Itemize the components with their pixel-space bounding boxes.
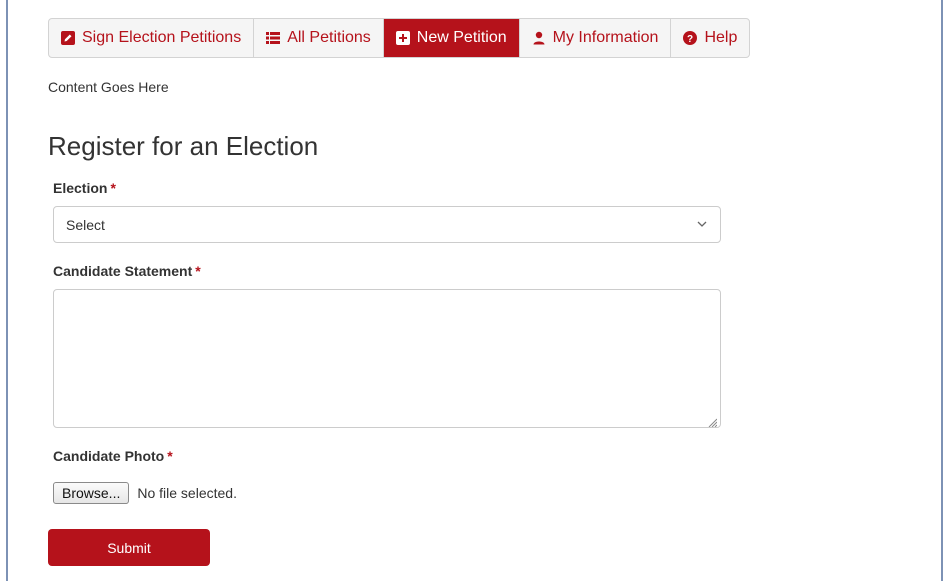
chevron-down-icon — [696, 217, 708, 233]
candidate-statement-label-text: Candidate Statement — [53, 263, 193, 279]
nav-sign-election-petitions[interactable]: Sign Election Petitions — [49, 19, 255, 57]
nav-all-petitions[interactable]: All Petitions — [254, 19, 384, 57]
question-circle-icon: ? — [683, 31, 698, 45]
nav-label: Help — [704, 29, 738, 46]
election-label: Election * — [53, 180, 116, 196]
pencil-square-icon — [61, 31, 75, 45]
candidate-photo-label: Candidate Photo * — [53, 448, 173, 464]
nav-help[interactable]: ? Help — [671, 19, 749, 57]
nav-my-information[interactable]: My Information — [520, 19, 672, 57]
candidate-photo-label-text: Candidate Photo — [53, 448, 165, 464]
svg-text:?: ? — [687, 34, 693, 45]
election-select-value: Select — [66, 216, 105, 233]
file-status-text: No file selected. — [137, 485, 237, 501]
resize-handle-icon[interactable] — [707, 414, 718, 428]
required-marker: * — [195, 263, 201, 279]
election-select[interactable]: Select — [53, 206, 721, 243]
nav-label: New Petition — [416, 29, 507, 46]
content-placeholder-text: Content Goes Here — [48, 79, 169, 95]
nav-label: All Petitions — [287, 29, 371, 46]
submit-button[interactable]: Submit — [48, 529, 210, 566]
required-marker: * — [110, 180, 116, 196]
main-nav: Sign Election Petitions All Petitions Ne… — [48, 18, 751, 58]
nav-label: My Information — [552, 29, 659, 46]
nav-label: Sign Election Petitions — [82, 29, 242, 46]
election-label-text: Election — [53, 180, 108, 196]
plus-square-icon — [395, 31, 410, 45]
required-marker: * — [167, 448, 173, 464]
nav-new-petition[interactable]: New Petition — [383, 19, 520, 57]
candidate-statement-textarea[interactable] — [53, 289, 721, 428]
browse-button[interactable]: Browse... — [53, 482, 130, 504]
candidate-statement-label: Candidate Statement * — [53, 263, 201, 279]
list-icon — [266, 31, 281, 45]
candidate-photo-file-input: Browse... No file selected. — [53, 482, 237, 504]
user-icon — [532, 31, 546, 45]
window-frame-left — [6, 0, 8, 581]
page-title: Register for an Election — [48, 131, 319, 161]
